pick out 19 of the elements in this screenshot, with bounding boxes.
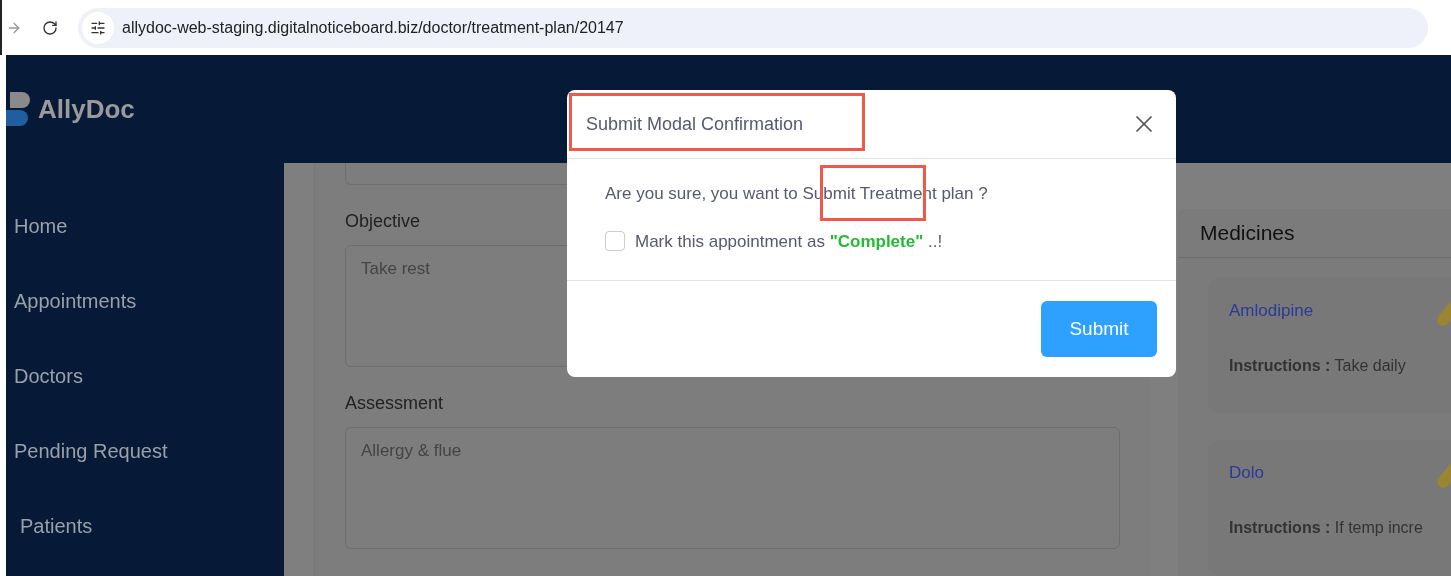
sidebar-item[interactable]: Appointments <box>14 286 284 316</box>
address-bar[interactable]: allydoc-web-staging.digitalnoticeboard.biz/doctor/treatment-plan/20147 <box>78 7 1428 48</box>
sidebar-item[interactable]: Patients <box>14 511 284 541</box>
medicine-instructions: Instructions : If temp incre <box>1229 517 1424 538</box>
panel-title: Medicines <box>1200 220 1295 247</box>
sidebar-item[interactable]: Pending Request <box>14 436 284 466</box>
site-settings-icon[interactable] <box>82 11 114 44</box>
sidebar-item[interactable]: Home <box>14 211 284 241</box>
medicine-instructions: Instructions : Take daily <box>1229 355 1407 376</box>
reload-icon[interactable] <box>42 19 58 36</box>
modal-title: Submit Modal Confirmation <box>586 112 804 136</box>
app-logo: AllyDoc <box>38 92 135 126</box>
field-label: Objective <box>345 210 422 233</box>
field-label: Assessment <box>345 392 445 415</box>
checkbox-label: Mark this appointment as "Complete" ..! <box>635 230 943 253</box>
sidebar-item[interactable]: Doctors <box>14 361 284 391</box>
logo-icon <box>6 90 30 128</box>
url-text: allydoc-web-staging.digitalnoticeboard.biz/doctor/treatment-plan/20147 <box>122 17 624 38</box>
checkbox[interactable] <box>605 231 625 252</box>
